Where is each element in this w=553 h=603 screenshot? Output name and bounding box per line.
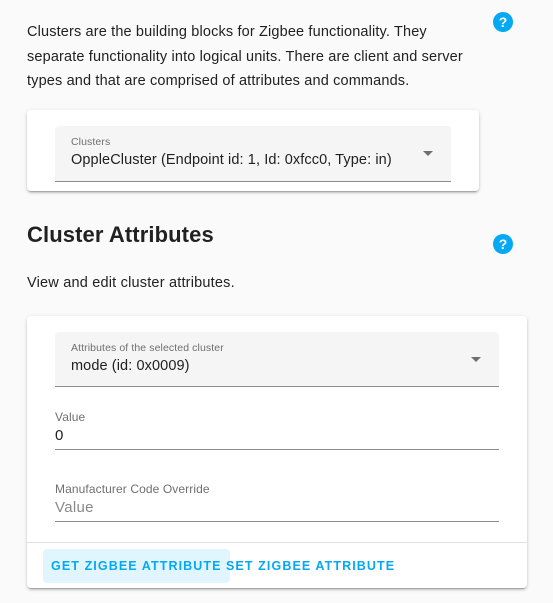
value-input[interactable] [55,424,499,450]
chevron-down-icon [423,151,433,156]
attributes-card: Attributes of the selected cluster mode … [27,316,527,588]
set-zigbee-attribute-button[interactable]: SET ZIGBEE ATTRIBUTE [218,549,403,583]
clusters-select[interactable]: Clusters OppleCluster (Endpoint id: 1, I… [55,126,451,182]
attributes-select[interactable]: Attributes of the selected cluster mode … [55,332,499,387]
card-actions: GET ZIGBEE ATTRIBUTE SET ZIGBEE ATTRIBUT… [27,542,527,588]
attributes-select-label: Attributes of the selected cluster [71,342,224,354]
cluster-attributes-title: Cluster Attributes [27,222,214,247]
manufacturer-code-field: Manufacturer Code Override [55,482,499,522]
clusters-select-label: Clusters [71,136,111,148]
attributes-select-value: mode (id: 0x0009) [71,358,190,374]
chevron-down-icon [471,357,481,362]
value-field: Value [55,410,499,450]
help-icon[interactable]: ? [493,12,513,32]
manufacturer-code-input[interactable] [55,496,499,522]
clusters-select-value: OppleCluster (Endpoint id: 1, Id: 0xfcc0… [71,152,392,168]
value-label: Value [55,410,86,424]
clusters-description: Clusters are the building blocks for Zig… [27,24,463,89]
cluster-attributes-description: View and edit cluster attributes. [27,275,235,291]
clusters-card: Clusters OppleCluster (Endpoint id: 1, I… [27,110,479,191]
manufacturer-code-label: Manufacturer Code Override [55,482,210,496]
help-icon[interactable]: ? [493,234,513,254]
get-zigbee-attribute-button[interactable]: GET ZIGBEE ATTRIBUTE [43,549,230,583]
